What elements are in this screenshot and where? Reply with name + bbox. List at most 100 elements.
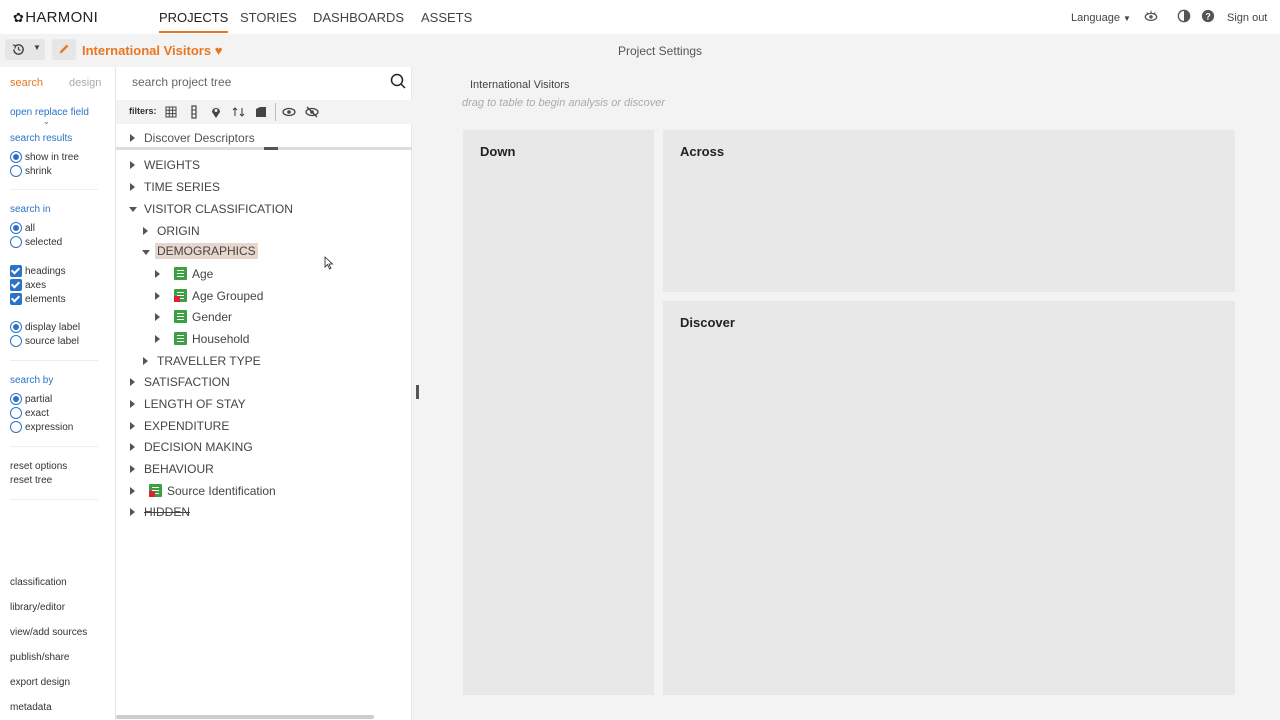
across-drop-zone[interactable]: Across xyxy=(663,130,1235,292)
project-title[interactable]: International Visitors ♥ xyxy=(82,43,222,58)
chevron-down-icon: ▼ xyxy=(33,43,41,52)
tree-row-visitor-classification[interactable]: VISITOR CLASSIFICATION xyxy=(116,200,412,220)
headings-checkbox[interactable]: headings xyxy=(10,265,66,277)
search-in-selected-radio[interactable]: selected xyxy=(10,236,62,248)
expand-caret-icon[interactable] xyxy=(130,465,135,473)
tree-row-label: HIDDEN xyxy=(144,505,191,519)
resize-handle[interactable] xyxy=(264,147,278,150)
expand-caret-icon[interactable] xyxy=(143,357,148,365)
publish-share-link[interactable]: publish/share xyxy=(10,652,69,663)
library-editor-link[interactable]: library/editor xyxy=(10,602,65,613)
collapse-caret-icon[interactable] xyxy=(142,250,150,255)
tree-row-expenditure[interactable]: EXPENDITURE xyxy=(116,417,412,437)
tree-row-age-grouped[interactable]: Age Grouped xyxy=(116,287,412,307)
tree-row-hidden[interactable]: HIDDEN xyxy=(116,503,412,523)
nav-assets[interactable]: ASSETS xyxy=(421,10,472,25)
collapse-caret-icon[interactable] xyxy=(129,207,137,212)
across-title: Across xyxy=(680,144,725,159)
tree-row-label: LENGTH OF STAY xyxy=(144,397,246,411)
nav-projects[interactable]: PROJECTS xyxy=(159,10,229,33)
sign-out-link[interactable]: Sign out xyxy=(1227,12,1267,24)
nav-stories[interactable]: STORIES xyxy=(240,10,297,25)
expand-caret-icon[interactable] xyxy=(130,400,135,408)
tab-design[interactable]: design xyxy=(69,77,101,89)
horizontal-scrollbar[interactable] xyxy=(116,715,374,719)
expand-caret-icon[interactable] xyxy=(155,335,160,343)
export-design-link[interactable]: export design xyxy=(10,677,70,688)
search-input[interactable] xyxy=(132,75,382,89)
search-by-exact-radio[interactable]: exact xyxy=(10,407,49,419)
splitter-grip-icon[interactable] xyxy=(416,385,419,399)
tree-row-source-identification[interactable]: Source Identification xyxy=(116,482,412,502)
chevron-down-icon[interactable]: ⌄ xyxy=(43,117,50,126)
tree-row-traveller-type[interactable]: TRAVELLER TYPE xyxy=(116,352,412,372)
expand-caret-icon[interactable] xyxy=(143,227,148,235)
show-eye-icon[interactable] xyxy=(282,105,296,119)
tree-row-origin[interactable]: ORIGIN xyxy=(116,222,412,242)
tree-row-age[interactable]: Age xyxy=(116,265,412,285)
expand-caret-icon[interactable] xyxy=(155,270,160,278)
option-label: shrink xyxy=(25,165,52,177)
help-icon[interactable]: ? xyxy=(1201,9,1215,23)
option-label: source label xyxy=(25,335,79,347)
brand-name: HARMONI xyxy=(25,9,99,26)
edit-project-button[interactable] xyxy=(52,39,76,60)
show-in-tree-radio[interactable]: show in tree xyxy=(10,151,79,163)
project-settings-link[interactable]: Project Settings xyxy=(618,44,702,58)
expand-caret-icon[interactable] xyxy=(130,134,135,142)
sort-filter-icon[interactable] xyxy=(232,105,246,119)
tree-row-length-of-stay[interactable]: LENGTH OF STAY xyxy=(116,395,412,415)
tree-row-decision-making[interactable]: DECISION MAKING xyxy=(116,438,412,458)
expand-caret-icon[interactable] xyxy=(130,508,135,516)
expand-caret-icon[interactable] xyxy=(155,292,160,300)
expand-caret-icon[interactable] xyxy=(130,378,135,386)
expand-caret-icon[interactable] xyxy=(130,161,135,169)
filters-label: filters: xyxy=(129,106,157,116)
column-filter-icon[interactable] xyxy=(187,105,201,119)
search-icon[interactable] xyxy=(390,73,406,89)
tree-row-satisfaction[interactable]: SATISFACTION xyxy=(116,373,412,393)
source-label-radio[interactable]: source label xyxy=(10,335,79,347)
classification-link[interactable]: classification xyxy=(10,577,67,588)
option-label: expression xyxy=(25,421,74,433)
history-icon xyxy=(12,44,24,55)
tree-row-weights[interactable]: WEIGHTS xyxy=(116,156,412,176)
hide-eye-icon[interactable] xyxy=(305,105,319,119)
metadata-link[interactable]: metadata xyxy=(10,702,52,713)
language-dropdown[interactable]: Language ▼ xyxy=(1071,12,1131,24)
harmoni-logo[interactable]: ✿HARMONI xyxy=(13,9,98,26)
grid-filter-icon[interactable] xyxy=(164,105,178,119)
search-by-partial-radio[interactable]: partial xyxy=(10,393,52,405)
tree-row-behaviour[interactable]: BEHAVIOUR xyxy=(116,460,412,480)
tree-row-time-series[interactable]: TIME SERIES xyxy=(116,178,412,198)
tree-row-demographics[interactable]: DEMOGRAPHICS xyxy=(116,243,412,263)
search-in-all-radio[interactable]: all xyxy=(10,222,35,234)
expand-caret-icon[interactable] xyxy=(155,313,160,321)
reset-tree-link[interactable]: reset tree xyxy=(10,475,52,486)
contrast-icon[interactable] xyxy=(1177,9,1191,23)
shrink-radio[interactable]: shrink xyxy=(10,165,52,177)
discover-descriptors-row[interactable]: Discover Descriptors xyxy=(116,126,412,150)
map-pin-filter-icon[interactable] xyxy=(209,105,223,119)
expand-caret-icon[interactable] xyxy=(130,487,135,495)
axes-checkbox[interactable]: axes xyxy=(10,279,46,291)
expand-caret-icon[interactable] xyxy=(130,183,135,191)
panel-splitter[interactable] xyxy=(412,67,422,720)
down-drop-zone[interactable]: Down xyxy=(463,130,654,695)
tab-search[interactable]: search xyxy=(10,77,43,89)
history-button[interactable]: ▼ xyxy=(5,39,45,60)
reset-options-link[interactable]: reset options xyxy=(10,461,67,472)
tree-row-household[interactable]: Household xyxy=(116,330,412,350)
view-add-sources-link[interactable]: view/add sources xyxy=(10,627,87,638)
expand-caret-icon[interactable] xyxy=(130,443,135,451)
nav-dashboards[interactable]: DASHBOARDS xyxy=(313,10,404,25)
preview-eye-icon[interactable] xyxy=(1144,9,1158,23)
discover-drop-zone[interactable]: Discover xyxy=(663,301,1235,695)
elements-checkbox[interactable]: elements xyxy=(10,293,66,305)
tree-row-gender[interactable]: Gender xyxy=(116,308,412,328)
folder-filter-icon[interactable] xyxy=(254,105,268,119)
search-by-expression-radio[interactable]: expression xyxy=(10,421,73,433)
heart-icon[interactable]: ♥ xyxy=(215,43,223,58)
display-label-radio[interactable]: display label xyxy=(10,321,80,333)
expand-caret-icon[interactable] xyxy=(130,422,135,430)
